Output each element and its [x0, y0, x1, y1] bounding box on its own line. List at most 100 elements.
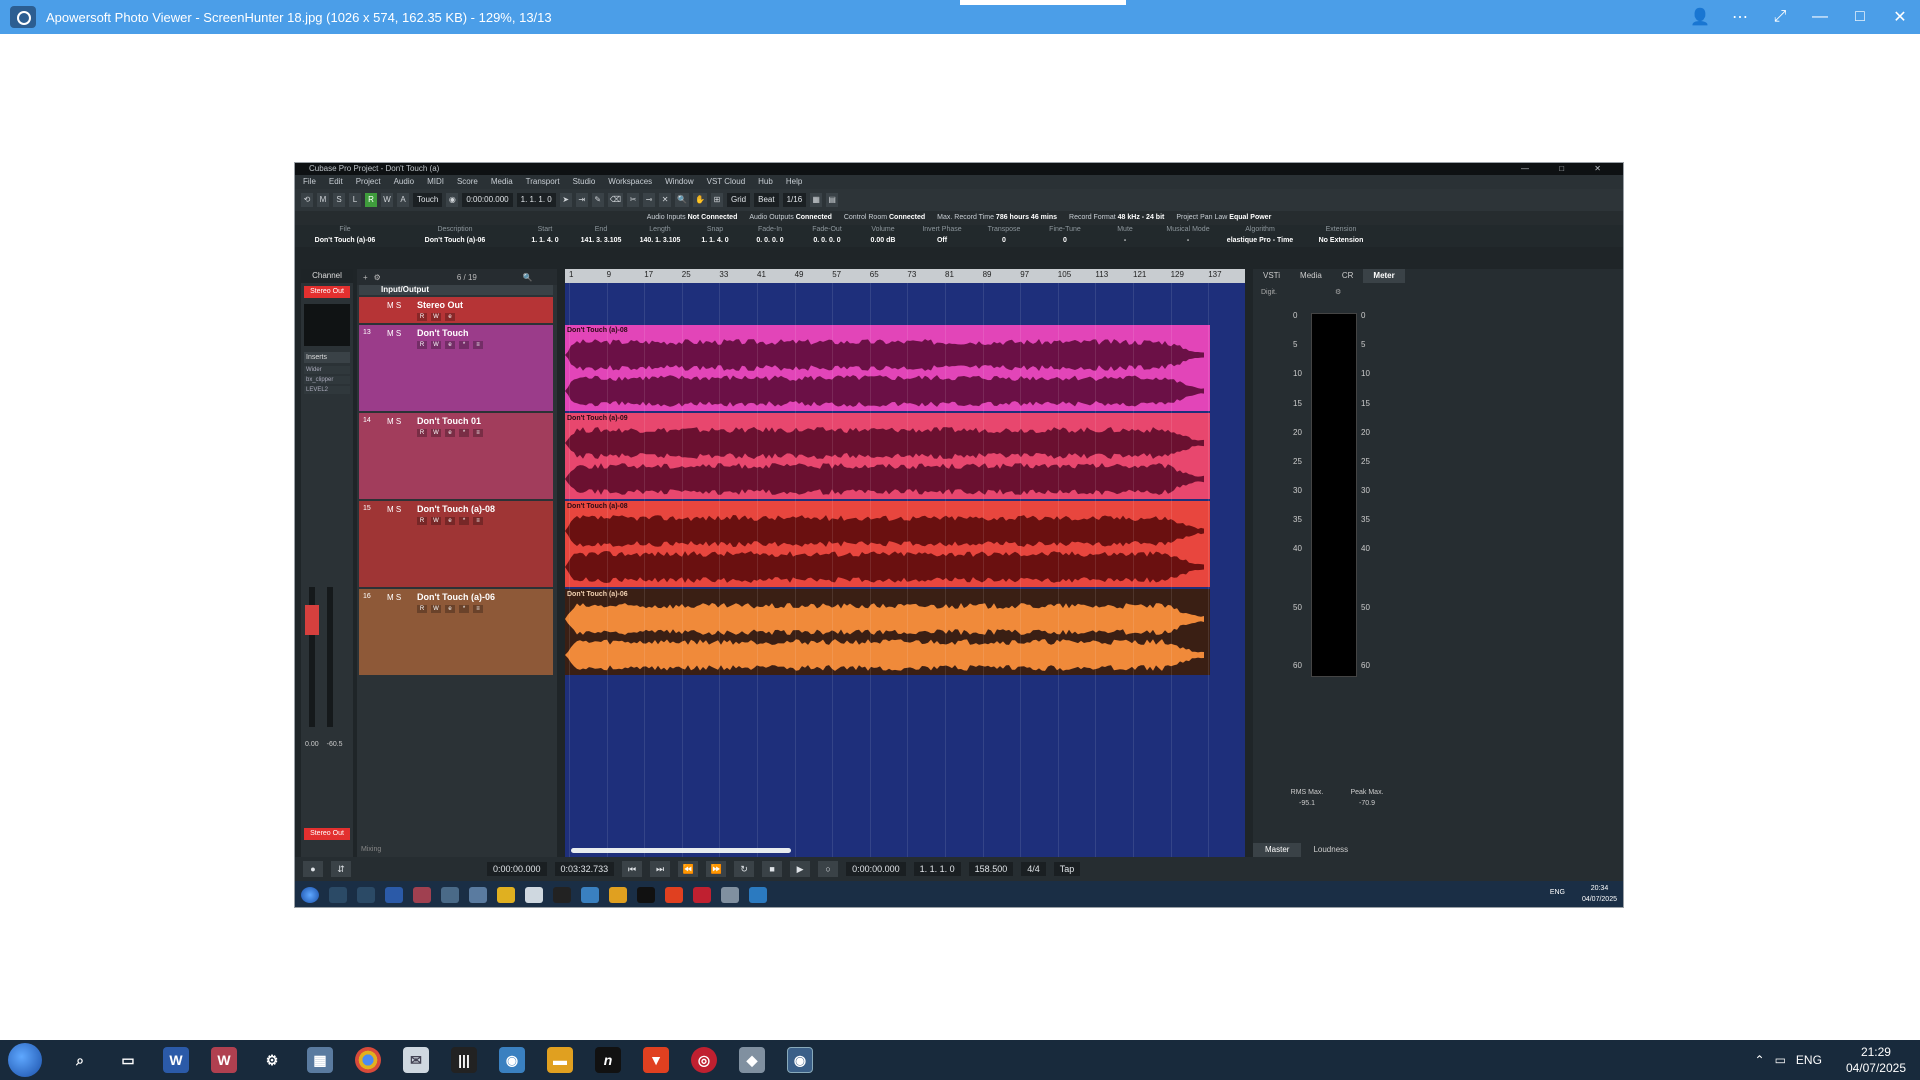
record-button-icon[interactable]: ○	[818, 861, 839, 877]
menu-midi[interactable]: MIDI	[427, 175, 444, 189]
mute-solo[interactable]: M S	[387, 593, 401, 602]
audio-event[interactable]: Don't Touch (a)-08	[565, 501, 1210, 587]
tempo-display[interactable]: 158.500	[968, 862, 1014, 876]
freeze-icon[interactable]: *	[459, 341, 469, 349]
track-row[interactable]: 15 M S Don't Touch (a)-08 R We * ≡	[359, 501, 553, 587]
menu-help[interactable]: Help	[786, 175, 802, 189]
settings-icon[interactable]: ⚙	[1335, 288, 1341, 296]
track-row[interactable]: 14 M S Don't Touch 01 R We * ≡	[359, 413, 553, 499]
edit-icon[interactable]: e	[445, 313, 455, 321]
stop-icon[interactable]: ■	[762, 861, 783, 877]
mute-solo[interactable]: M S	[387, 505, 401, 514]
chrome-icon[interactable]	[355, 1047, 381, 1073]
info-end[interactable]: End 141. 3. 3.105	[571, 225, 631, 247]
network-icon[interactable]: ▭	[1775, 1053, 1786, 1067]
search-icon[interactable]: 🔍	[523, 273, 533, 282]
audio-event[interactable]: Don't Touch (a)-06	[565, 589, 1210, 675]
info-start[interactable]: Start 1. 1. 4. 0	[519, 225, 571, 247]
record-icon[interactable]: ●	[303, 861, 323, 877]
menu-studio[interactable]: Studio	[573, 175, 596, 189]
grid-type-select[interactable]: Beat	[754, 193, 779, 207]
add-track-icon[interactable]: +	[363, 273, 368, 282]
snap-icon[interactable]: ⊞	[711, 193, 724, 207]
edit-icon[interactable]: e	[445, 605, 455, 613]
erase-tool-icon[interactable]: ⌫	[607, 193, 624, 207]
mute-solo[interactable]: M S	[387, 301, 401, 310]
audio-event[interactable]: Don't Touch (a)-08	[565, 325, 1210, 411]
insert-slot[interactable]: Wider	[304, 366, 350, 374]
info-volume[interactable]: Volume 0.00 dB	[855, 225, 911, 247]
freeze-icon[interactable]: *	[459, 605, 469, 613]
task-view-icon[interactable]: ▭	[115, 1047, 141, 1073]
tab-media[interactable]: Media	[1290, 269, 1332, 283]
track-name[interactable]: Don't Touch (a)-06	[417, 592, 495, 602]
start-button[interactable]	[8, 1043, 42, 1077]
chevron-up-icon[interactable]: ⌃	[1755, 1053, 1765, 1067]
n-app-icon[interactable]: n	[595, 1047, 621, 1073]
lane-icon[interactable]: ≡	[473, 517, 483, 525]
forward-icon[interactable]: ⏩	[706, 861, 727, 877]
info-musical-mode[interactable]: Musical Mode -	[1155, 225, 1221, 247]
track-name[interactable]: Stereo Out	[417, 300, 463, 310]
write-icon[interactable]: W	[431, 429, 441, 437]
read-icon[interactable]: R	[417, 517, 427, 525]
info-snap[interactable]: Snap 1. 1. 4. 0	[689, 225, 741, 247]
folder-track[interactable]: Input/Output	[359, 285, 553, 295]
solo-button[interactable]: S	[333, 193, 345, 207]
track-name[interactable]: Don't Touch (a)-08	[417, 504, 495, 514]
track-row[interactable]: 16 M S Don't Touch (a)-06 R We * ≡	[359, 589, 553, 675]
recorder-icon[interactable]: ◎	[691, 1047, 717, 1073]
mute-solo[interactable]: M S	[387, 329, 401, 338]
record-mode-icon[interactable]: ◉	[446, 193, 459, 207]
menu-file[interactable]: File	[303, 175, 316, 189]
brave-icon[interactable]: ▼	[643, 1047, 669, 1073]
quantize-select[interactable]: 1/16	[782, 193, 807, 207]
read-icon[interactable]: R	[417, 313, 427, 321]
left-locator[interactable]: 0:00:00.000	[487, 862, 547, 876]
audio-event[interactable]: Don't Touch (a)-09	[565, 413, 1210, 499]
edit-icon[interactable]: e	[445, 341, 455, 349]
read-icon[interactable]: R	[417, 605, 427, 613]
tab-cr[interactable]: CR	[1332, 269, 1364, 283]
menu-media[interactable]: Media	[491, 175, 513, 189]
settings-icon[interactable]: ⚙	[259, 1047, 285, 1073]
automation-mode-select[interactable]: Touch	[413, 193, 443, 207]
photo-viewer-icon[interactable]: ◉	[499, 1047, 525, 1073]
mute-button[interactable]: M	[317, 193, 329, 207]
tab-master[interactable]: Master	[1253, 843, 1302, 857]
bars-display[interactable]: 1. 1. 1. 0	[516, 193, 556, 207]
a-button[interactable]: A	[397, 193, 409, 207]
menu-window[interactable]: Window	[665, 175, 693, 189]
split-tool-icon[interactable]: ✂	[627, 193, 640, 207]
punch-icon[interactable]: ⇵	[331, 861, 351, 877]
track-row[interactable]: M S Stereo Out RWe	[359, 297, 553, 323]
read-button[interactable]: R	[365, 193, 377, 207]
mixer-icon[interactable]: |||	[451, 1047, 477, 1073]
edit-icon[interactable]: e	[445, 429, 455, 437]
snap-type-select[interactable]: Grid	[727, 193, 751, 207]
info-description[interactable]: Description Don't Touch (a)-06	[391, 225, 519, 247]
insert-slot[interactable]: LEVEL2	[304, 386, 350, 394]
menu-transport[interactable]: Transport	[526, 175, 560, 189]
word-icon[interactable]: W	[163, 1047, 189, 1073]
track-row[interactable]: 13 M S Don't Touch R We * ≡	[359, 325, 553, 411]
glue-tool-icon[interactable]: ⊸	[643, 193, 656, 207]
tab-meter[interactable]: Meter	[1363, 269, 1405, 283]
menu-vst-cloud[interactable]: VST Cloud	[707, 175, 746, 189]
cycle-icon[interactable]: ↻	[734, 861, 755, 877]
info-fade-in[interactable]: Fade-In 0. 0. 0. 0	[741, 225, 799, 247]
listen-button[interactable]: L	[349, 193, 361, 207]
channel-volume[interactable]: 0.00	[305, 741, 319, 748]
close-icon[interactable]: ✕	[1880, 7, 1920, 27]
window-layout-icon[interactable]: ▤	[826, 193, 839, 207]
menu-audio[interactable]: Audio	[394, 175, 414, 189]
menu-project[interactable]: Project	[356, 175, 381, 189]
constrain-icon[interactable]: ⟲	[301, 193, 313, 207]
track-presets-icon[interactable]: ⚙	[374, 273, 381, 282]
app-icon[interactable]: ◆	[739, 1047, 765, 1073]
track-name[interactable]: Don't Touch 01	[417, 416, 481, 426]
go-to-end-icon[interactable]: ⏭	[650, 861, 671, 877]
ruler[interactable]: 1917253341495765738189971051131211291371…	[565, 269, 1245, 283]
freeze-icon[interactable]: *	[459, 517, 469, 525]
fullscreen-icon[interactable]: ⤢	[1760, 8, 1800, 26]
